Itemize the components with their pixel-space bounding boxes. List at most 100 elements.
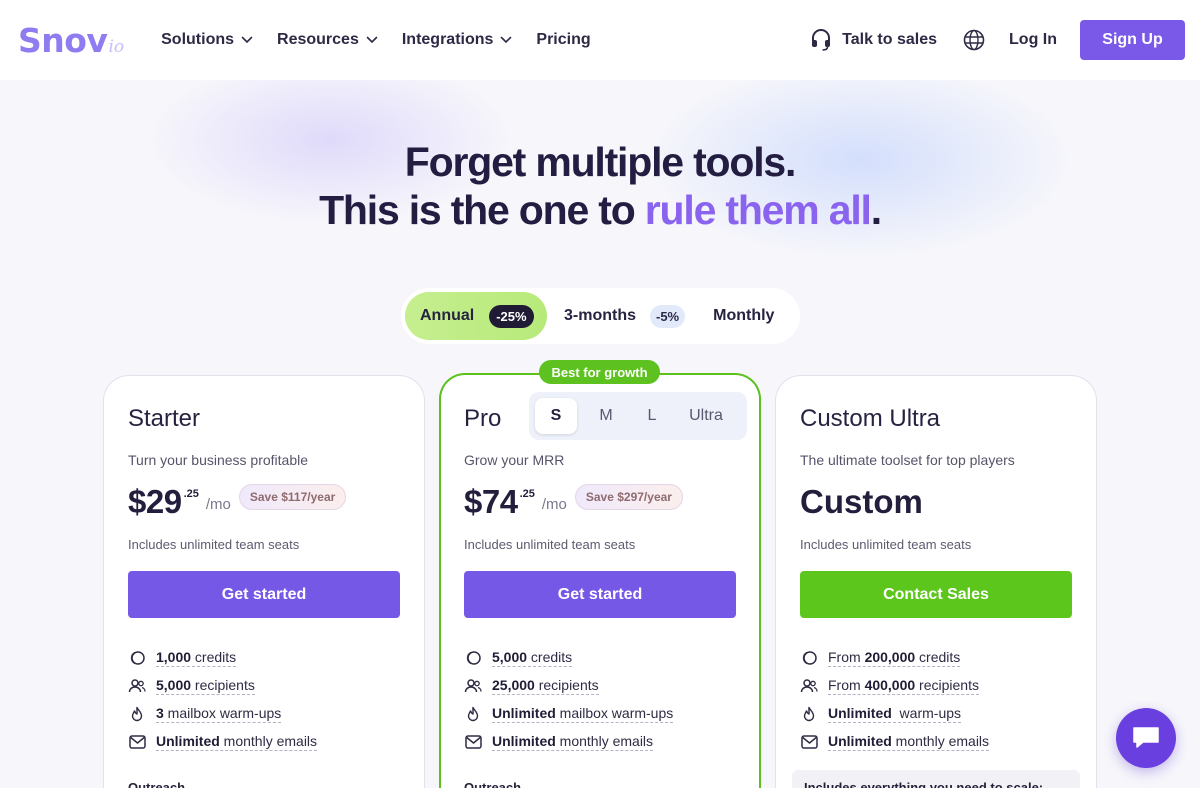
feature-label: warm-ups: [891, 705, 962, 721]
price-period: /mo: [205, 496, 231, 513]
flame-icon: [800, 705, 818, 723]
price-row: $29 .25 /mo Save $117/year: [128, 482, 400, 522]
mail-icon: [128, 733, 146, 751]
discount-badge: -25%: [489, 304, 534, 328]
chevron-down-icon: [501, 36, 512, 44]
feature-label: credits: [527, 649, 573, 665]
team-seats-note: Includes unlimited team seats: [128, 537, 300, 552]
savings-badge: Save $297/year: [574, 484, 683, 510]
feature-label: credits: [915, 649, 961, 665]
discount-badge: -5%: [650, 304, 686, 328]
feature-value: Unlimited: [492, 705, 556, 721]
nav-resources[interactable]: Resources: [277, 31, 378, 49]
feature-text[interactable]: Unlimited monthly emails: [156, 733, 318, 751]
feature-label: credits: [191, 649, 237, 665]
snovio-logo[interactable]: Snov io: [18, 21, 124, 60]
plan-name: Starter: [128, 405, 201, 432]
plan-name: Custom Ultra: [800, 405, 941, 432]
feature-label: recipients: [191, 677, 255, 693]
nav-solutions-label: Solutions: [161, 31, 235, 48]
logo-main-text: Snov: [18, 20, 108, 60]
billing-option-label: Annual: [420, 307, 475, 324]
savings-badge: Save $117/year: [238, 484, 347, 510]
feature-label: recipients: [915, 677, 979, 693]
feature-emails: Unlimited monthly emails: [128, 728, 400, 756]
feature-credits: 5,000 credits: [464, 644, 736, 672]
headline-line-2: This is the one to rule them all.: [0, 186, 1200, 234]
mail-icon: [464, 733, 482, 751]
feature-recipients: 5,000 recipients: [128, 672, 400, 700]
flame-icon: [128, 705, 146, 723]
flame-icon: [464, 705, 482, 723]
headline-accent: rule them all: [644, 187, 872, 233]
get-started-button[interactable]: Get started: [464, 571, 736, 618]
feature-text[interactable]: Unlimited monthly emails: [492, 733, 654, 751]
billing-option-annual[interactable]: Annual -25%: [405, 292, 547, 340]
logo-sub-text: io: [108, 36, 125, 57]
feature-list: From 200,000 credits From 400,000 recipi…: [800, 644, 1072, 756]
nav-solutions[interactable]: Solutions: [161, 31, 253, 49]
size-option-m[interactable]: M: [583, 398, 629, 434]
feature-value: Unlimited: [828, 733, 892, 749]
nav-links: Solutions Resources Integrations Pricing: [161, 31, 615, 49]
section-heading-outreach: Outreach: [128, 780, 186, 788]
feature-label: monthly emails: [891, 733, 990, 749]
billing-option-monthly[interactable]: Monthly: [685, 292, 774, 340]
price-cents: .25: [183, 488, 199, 500]
plan-card-pro: Pro S M L Ultra Grow your MRR $74 .25 /m…: [439, 373, 761, 788]
feature-list: 5,000 credits 25,000 recipients Unlimite…: [464, 644, 736, 756]
feature-text[interactable]: 1,000 credits: [156, 649, 237, 667]
feature-value: 5,000: [492, 649, 528, 665]
size-option-ultra[interactable]: Ultra: [675, 398, 737, 434]
nav-resources-label: Resources: [277, 31, 359, 48]
contact-sales-button[interactable]: Contact Sales: [800, 571, 1072, 618]
price-amount: Custom: [800, 483, 923, 520]
feature-label: mailbox warm-ups: [163, 705, 282, 721]
feature-list: 1,000 credits 5,000 recipients 3 mailbox…: [128, 644, 400, 756]
size-option-s[interactable]: S: [535, 398, 577, 434]
hero-headline: Forget multiple tools. This is the one t…: [0, 138, 1200, 234]
login-link[interactable]: Log In: [1009, 31, 1057, 49]
headset-icon: [812, 29, 831, 51]
chat-widget-button[interactable]: [1116, 708, 1176, 768]
feature-warmups: Unlimited mailbox warm-ups: [464, 700, 736, 728]
language-selector[interactable]: [963, 29, 985, 51]
feature-credits: From 200,000 credits: [800, 644, 1072, 672]
feature-value: 5,000: [156, 677, 192, 693]
feature-value: 200,000: [864, 649, 916, 665]
billing-option-3-months[interactable]: 3-months -5%: [547, 292, 686, 340]
billing-option-label: 3-months: [564, 307, 636, 324]
best-for-growth-badge: Best for growth: [539, 360, 660, 384]
plan-description: The ultimate toolset for top players: [800, 452, 1015, 468]
feature-text[interactable]: From 400,000 recipients: [828, 677, 979, 695]
users-icon: [464, 677, 482, 695]
users-icon: [800, 677, 818, 695]
price-amount: $29: [128, 483, 182, 520]
feature-text[interactable]: 5,000 credits: [492, 649, 573, 667]
feature-text[interactable]: Unlimited mailbox warm-ups: [492, 705, 674, 723]
nav-integrations[interactable]: Integrations: [402, 31, 513, 49]
feature-value: Unlimited: [156, 733, 220, 749]
price-cents: .25: [519, 488, 535, 500]
signup-button[interactable]: Sign Up: [1080, 20, 1185, 60]
feature-text[interactable]: Unlimited warm-ups: [828, 705, 962, 723]
size-option-l[interactable]: L: [629, 398, 675, 434]
feature-text[interactable]: 3 mailbox warm-ups: [156, 705, 282, 723]
feature-text[interactable]: 5,000 recipients: [156, 677, 255, 695]
feature-text[interactable]: 25,000 recipients: [492, 677, 599, 695]
billing-option-label: Monthly: [713, 307, 775, 324]
chevron-down-icon: [241, 36, 253, 44]
feature-text[interactable]: Unlimited monthly emails: [828, 733, 990, 751]
plan-size-selector: S M L Ultra: [529, 392, 747, 440]
nav-pricing[interactable]: Pricing: [536, 31, 590, 49]
credits-icon: [464, 649, 482, 667]
get-started-button[interactable]: Get started: [128, 571, 400, 618]
feature-text[interactable]: From 200,000 credits: [828, 649, 961, 667]
team-seats-note: Includes unlimited team seats: [464, 537, 636, 552]
feature-warmups: 3 mailbox warm-ups: [128, 700, 400, 728]
talk-to-sales-link[interactable]: Talk to sales: [810, 28, 937, 52]
globe-icon: [963, 29, 985, 51]
scale-includes-box: Includes everything you need to scale:: [792, 770, 1080, 788]
credits-icon: [800, 649, 818, 667]
feature-value: 25,000: [492, 677, 535, 693]
